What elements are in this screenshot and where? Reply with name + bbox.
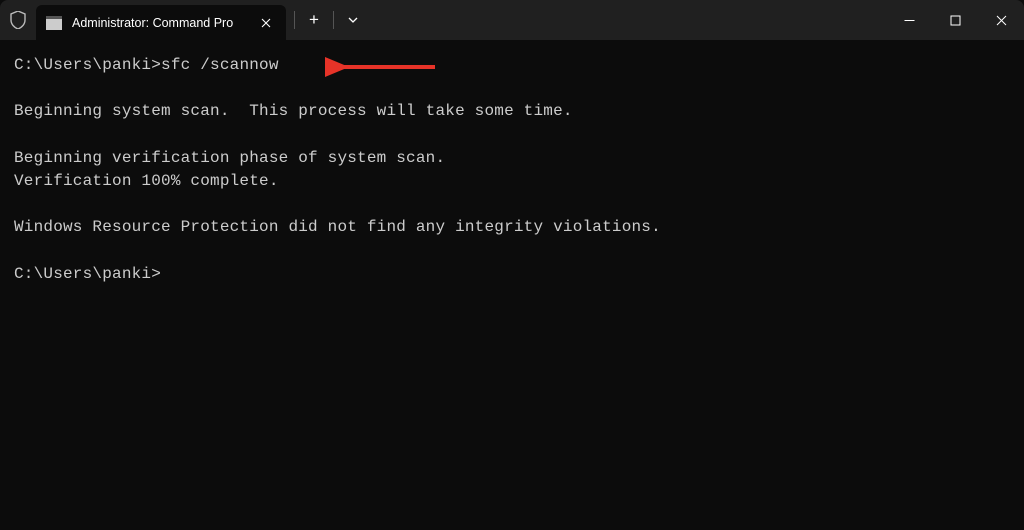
- tab-actions: +: [286, 0, 370, 40]
- prompt-1: C:\Users\panki>sfc /scannow: [14, 56, 279, 74]
- output-line: Windows Resource Protection did not find…: [14, 218, 661, 236]
- tab-dropdown-button[interactable]: [336, 4, 370, 36]
- output-line: Beginning system scan. This process will…: [14, 102, 573, 120]
- titlebar-left: Administrator: Command Pro +: [0, 0, 370, 40]
- tab-close-button[interactable]: [256, 13, 276, 33]
- output-line: Verification 100% complete.: [14, 172, 279, 190]
- prompt-text: C:\Users\panki>: [14, 56, 161, 74]
- minimize-icon: [904, 15, 915, 26]
- new-tab-button[interactable]: +: [297, 4, 331, 36]
- maximize-button[interactable]: [932, 0, 978, 40]
- window-titlebar: Administrator: Command Pro +: [0, 0, 1024, 40]
- window-close-button[interactable]: [978, 0, 1024, 40]
- prompt-2: C:\Users\panki>: [14, 265, 161, 283]
- window-controls: [886, 0, 1024, 40]
- cmd-icon: [46, 16, 62, 30]
- maximize-icon: [950, 15, 961, 26]
- active-tab[interactable]: Administrator: Command Pro: [36, 5, 286, 40]
- tab-divider-2: [333, 11, 334, 29]
- admin-shield-container: [0, 0, 36, 40]
- close-icon: [996, 15, 1007, 26]
- shield-icon: [10, 11, 26, 29]
- tab-divider: [294, 11, 295, 29]
- terminal-output[interactable]: C:\Users\panki>sfc /scannow Beginning sy…: [0, 40, 1024, 300]
- output-line: Beginning verification phase of system s…: [14, 149, 445, 167]
- typed-command: sfc /scannow: [161, 56, 279, 74]
- minimize-button[interactable]: [886, 0, 932, 40]
- chevron-down-icon: [348, 15, 358, 25]
- tab-title: Administrator: Command Pro: [72, 16, 246, 30]
